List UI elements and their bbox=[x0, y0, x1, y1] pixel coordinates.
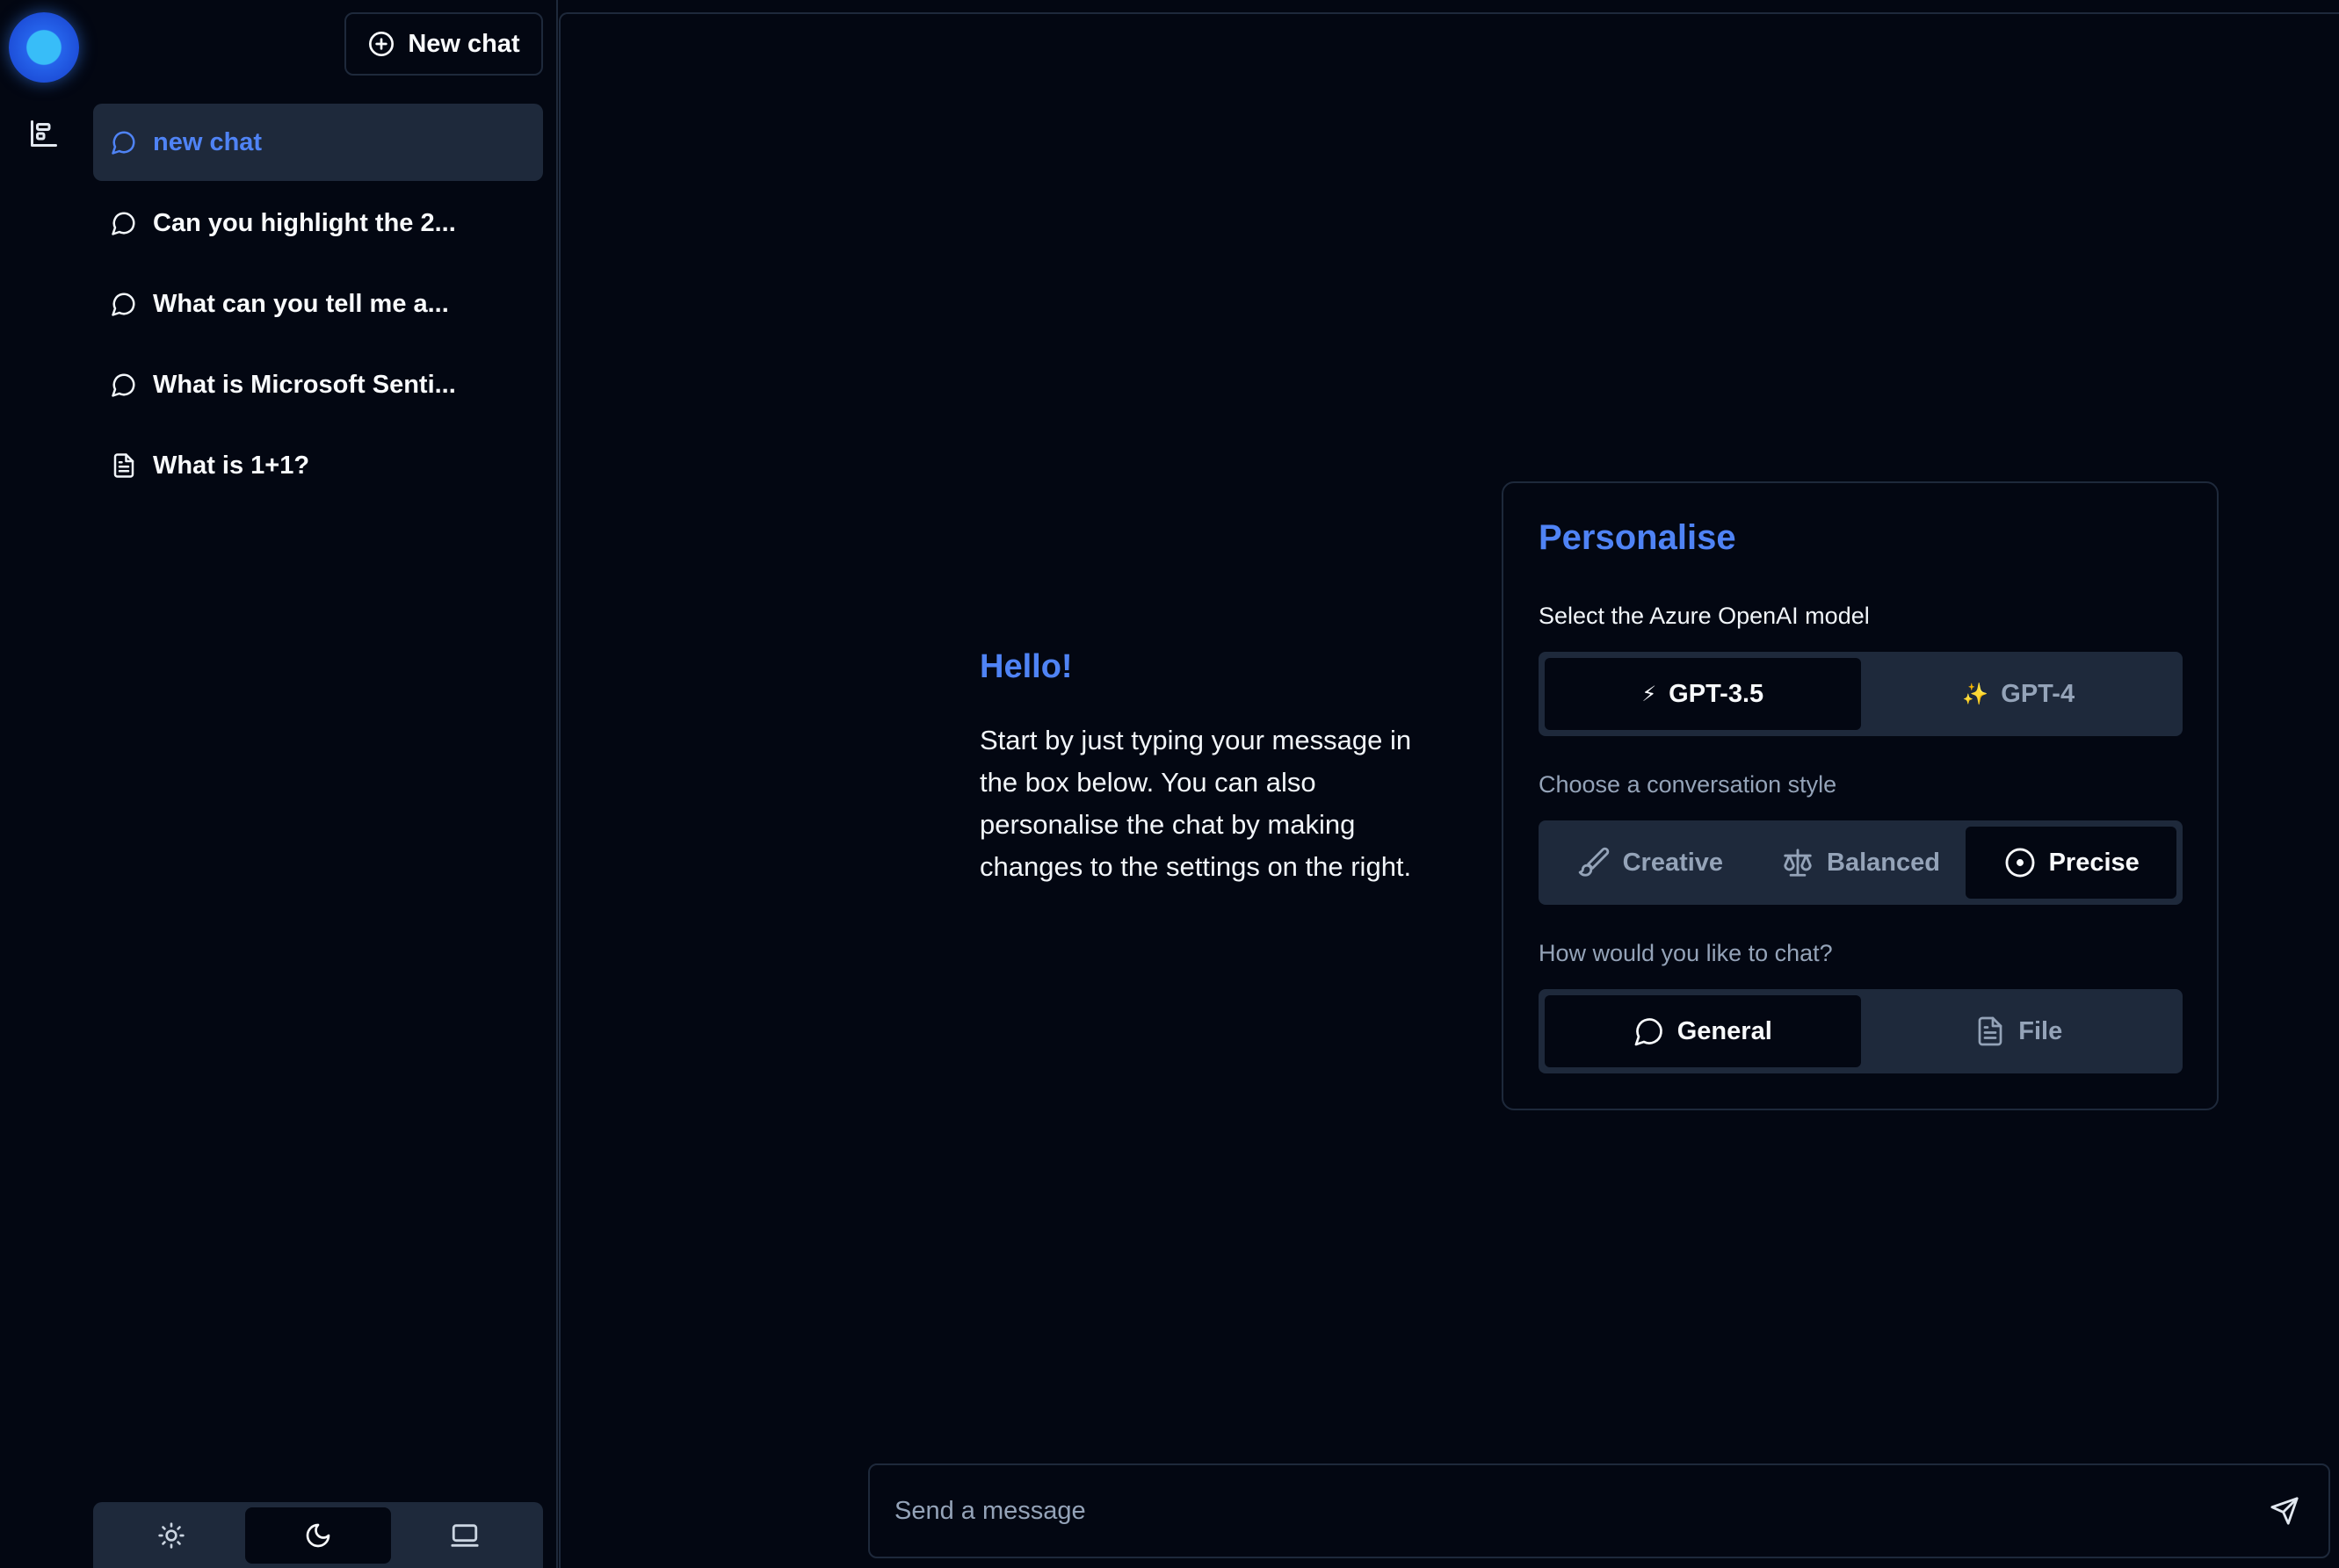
theme-switcher bbox=[93, 1502, 543, 1568]
file-text-icon bbox=[113, 453, 134, 478]
send-button[interactable] bbox=[2263, 1490, 2306, 1532]
theme-light-button[interactable] bbox=[98, 1507, 244, 1564]
style-balanced-button[interactable]: Balanced bbox=[1756, 827, 1966, 899]
chat-sidebar: New chat new chat Can you highlight the … bbox=[88, 0, 558, 1568]
model-label-text: GPT-4 bbox=[2001, 679, 2075, 708]
theme-dark-button[interactable] bbox=[245, 1507, 391, 1564]
brush-icon bbox=[1578, 847, 1609, 877]
chat-main-panel: Hello! Start by just typing your message… bbox=[559, 12, 2339, 1568]
chat-item[interactable]: What can you tell me a... bbox=[93, 265, 543, 343]
chat-item[interactable]: Can you highlight the 2... bbox=[93, 184, 543, 262]
style-label: Choose a conversation style bbox=[1539, 771, 1837, 798]
chat-type-label: How would you like to chat? bbox=[1539, 940, 1833, 966]
chat-type-label-text: File bbox=[2018, 1016, 2063, 1045]
laptop-icon bbox=[451, 1523, 479, 1547]
chat-item-label: What can you tell me a... bbox=[153, 289, 449, 318]
message-composer bbox=[868, 1463, 2330, 1558]
chat-type-general-button[interactable]: General bbox=[1545, 995, 1861, 1067]
model-gpt-4-button[interactable]: ✨ GPT-4 bbox=[1861, 658, 2177, 730]
sparkles-icon: ✨ bbox=[1962, 682, 1989, 706]
welcome-message: Hello! Start by just typing your message… bbox=[980, 648, 1454, 888]
chart-bar-icon bbox=[31, 120, 57, 147]
plus-circle-icon bbox=[369, 32, 395, 56]
personalise-card: Personalise Select the Azure OpenAI mode… bbox=[1502, 481, 2219, 1110]
style-creative-button[interactable]: Creative bbox=[1545, 827, 1756, 899]
style-label-text: Precise bbox=[2048, 848, 2140, 877]
chat-type-label-text: General bbox=[1676, 1016, 1772, 1045]
model-gpt-35-button[interactable]: ⚡ GPT-3.5 bbox=[1545, 658, 1861, 730]
icon-rail bbox=[0, 0, 88, 1568]
chat-item-label: What is 1+1? bbox=[153, 451, 310, 480]
chat-item-label: Can you highlight the 2... bbox=[153, 208, 456, 237]
message-circle-icon bbox=[1634, 1018, 1662, 1046]
style-label-text: Creative bbox=[1622, 848, 1724, 877]
chat-item[interactable]: What is Microsoft Senti... bbox=[93, 346, 543, 423]
new-chat-label: New chat bbox=[408, 29, 520, 58]
lightning-icon: ⚡ bbox=[1641, 682, 1657, 706]
chat-history-list: new chat Can you highlight the 2... What… bbox=[93, 104, 543, 508]
message-input[interactable] bbox=[893, 1495, 2263, 1527]
style-precise-button[interactable]: Precise bbox=[1966, 827, 2177, 899]
model-label: Select the Azure OpenAI model bbox=[1539, 603, 1870, 629]
reporting-button[interactable] bbox=[21, 111, 67, 156]
chat-type-selector: General File bbox=[1539, 989, 2183, 1073]
welcome-body: Start by just typing your message in the… bbox=[980, 725, 1412, 882]
message-circle-icon bbox=[112, 373, 135, 397]
chat-item-label: new chat bbox=[153, 127, 263, 156]
chat-item[interactable]: What is 1+1? bbox=[93, 427, 543, 504]
scale-icon bbox=[1784, 849, 1812, 877]
app-logo bbox=[9, 12, 79, 83]
personalise-title: Personalise bbox=[1539, 518, 1736, 557]
file-text-icon bbox=[1978, 1016, 2002, 1046]
new-chat-button[interactable]: New chat bbox=[344, 12, 543, 76]
sun-icon bbox=[158, 1521, 185, 1549]
send-icon bbox=[2270, 1497, 2299, 1525]
target-icon bbox=[2005, 848, 2035, 878]
app-root: New chat new chat Can you highlight the … bbox=[0, 0, 2339, 1568]
chat-item-new-chat[interactable]: new chat bbox=[93, 104, 543, 181]
message-circle-icon bbox=[112, 131, 135, 155]
style-label-text: Balanced bbox=[1827, 848, 1940, 877]
conversation-style-selector: Creative Balanced Precise bbox=[1539, 820, 2183, 905]
model-label-text: GPT-3.5 bbox=[1669, 679, 1764, 708]
message-circle-icon bbox=[112, 212, 135, 235]
theme-system-button[interactable] bbox=[392, 1507, 538, 1564]
welcome-title: Hello! bbox=[980, 648, 1073, 685]
message-circle-icon bbox=[112, 293, 135, 316]
chat-item-label: What is Microsoft Senti... bbox=[153, 370, 456, 399]
moon-icon bbox=[306, 1523, 330, 1547]
chat-type-file-button[interactable]: File bbox=[1861, 995, 2177, 1067]
model-selector: ⚡ GPT-3.5 ✨ GPT-4 bbox=[1539, 652, 2183, 736]
